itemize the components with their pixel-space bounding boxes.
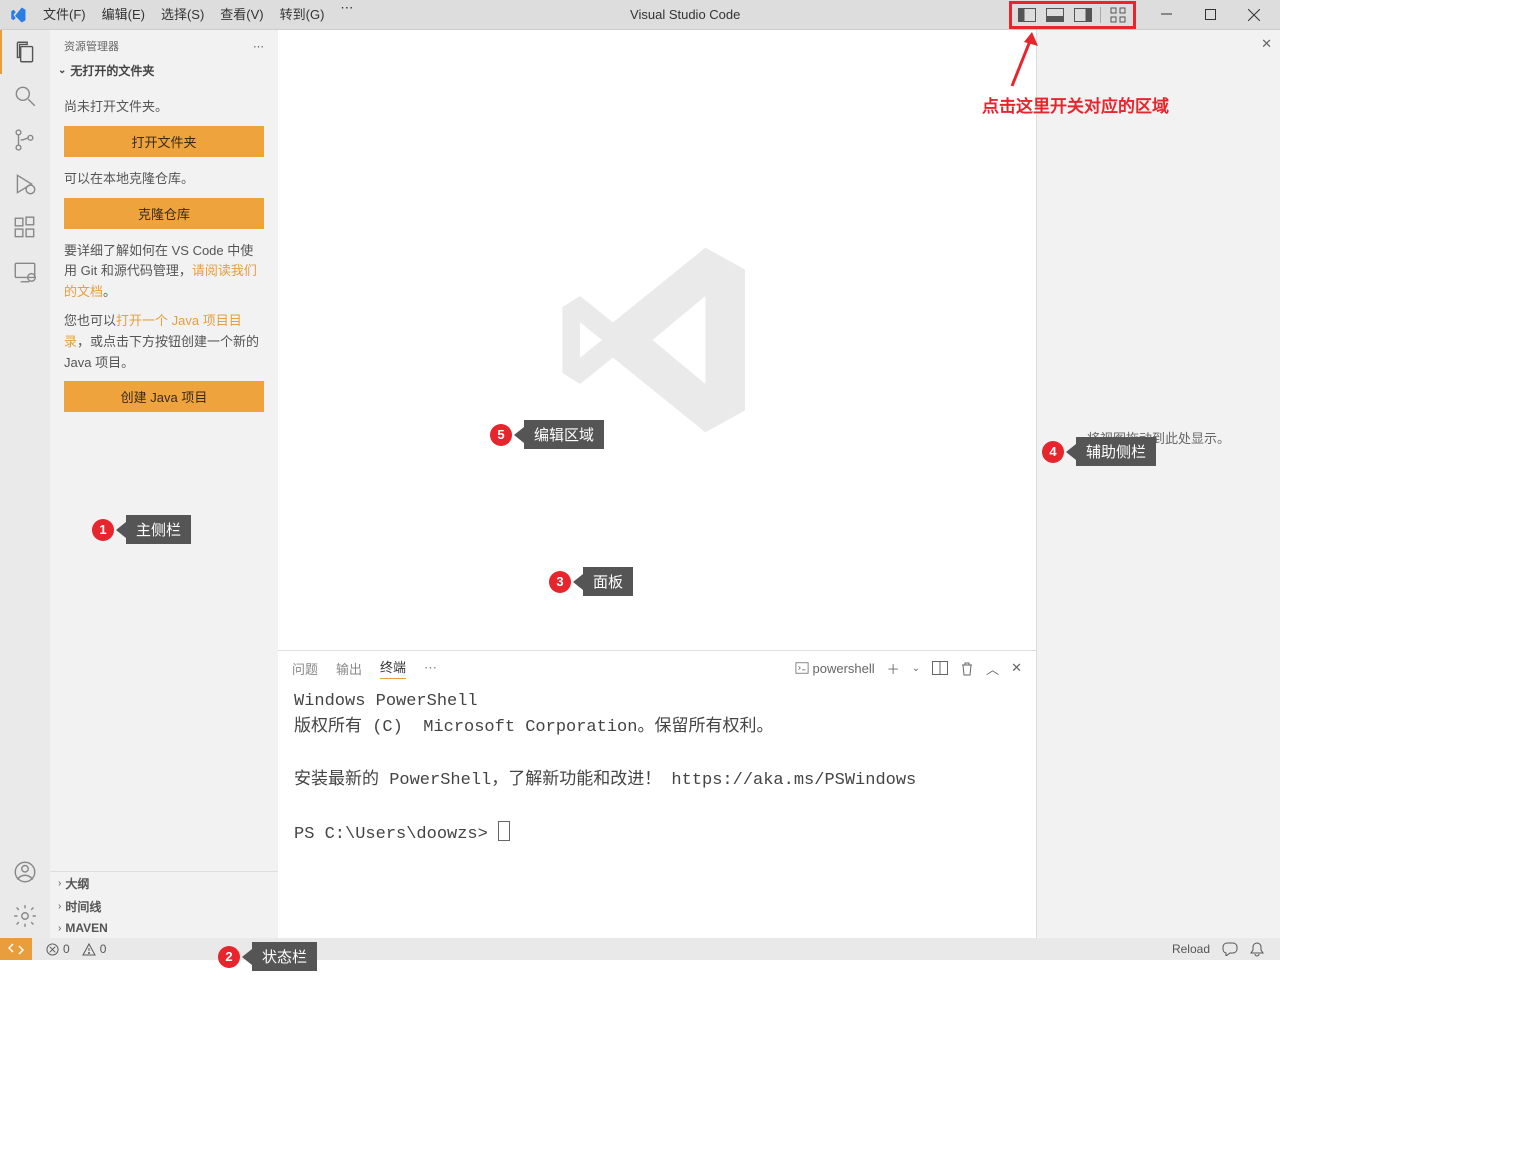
status-reload[interactable]: Reload <box>1172 942 1210 956</box>
menu-file[interactable]: 文件(F) <box>35 0 94 30</box>
toggle-secondary-sidebar-icon[interactable] <box>1072 6 1094 24</box>
terminal-shell-select[interactable]: powershell <box>795 661 875 676</box>
create-java-project-button[interactable]: 创建 Java 项目 <box>64 381 264 412</box>
window-title: Visual Studio Code <box>361 7 1009 22</box>
customize-layout-icon[interactable] <box>1107 6 1129 24</box>
secondary-drop-hint: 将视图拖动到此处显示。 <box>1037 428 1280 447</box>
close-secondary-sidebar-icon[interactable]: ✕ <box>1261 36 1272 52</box>
outline-section[interactable]: ›大纲 <box>50 872 278 895</box>
remote-explorer-icon[interactable] <box>0 250 50 294</box>
tab-more-icon[interactable]: ⋯ <box>424 660 437 676</box>
terminal-dropdown-icon[interactable]: ⌄ <box>912 663 920 674</box>
editor-area: 问题 输出 终端 ⋯ powershell ＋ ⌄ ︿ ✕ <box>278 30 1036 938</box>
status-errors[interactable]: 0 <box>46 942 70 956</box>
menu-view[interactable]: 查看(V) <box>212 0 271 30</box>
java-text: 您也可以打开一个 Java 项目目录，或点击下方按钮创建一个新的 Java 项目… <box>64 311 264 373</box>
run-debug-icon[interactable] <box>0 162 50 206</box>
sidebar-section-label: 无打开的文件夹 <box>70 62 154 79</box>
learn-text: 要详细了解如何在 VS Code 中使用 Git 和源代码管理，请阅读我们的文档… <box>64 241 264 303</box>
primary-sidebar: 资源管理器 ⋯ ⌄ 无打开的文件夹 尚未打开文件夹。 打开文件夹 可以在本地克隆… <box>50 30 278 938</box>
tab-output[interactable]: 输出 <box>336 659 362 678</box>
secondary-sidebar: ✕ 将视图拖动到此处显示。 <box>1036 30 1280 938</box>
terminal-output[interactable]: Windows PowerShell版权所有 (C) Microsoft Cor… <box>278 685 1036 938</box>
tab-terminal[interactable]: 终端 <box>380 657 406 679</box>
no-folder-text: 尚未打开文件夹。 <box>64 97 264 118</box>
clone-repo-button[interactable]: 克隆仓库 <box>64 198 264 229</box>
menubar: 文件(F) 编辑(E) 选择(S) 查看(V) 转到(G) ⋯ Visual S… <box>0 0 1280 30</box>
sidebar-title: 资源管理器 <box>64 38 119 54</box>
tab-problems[interactable]: 问题 <box>292 659 318 678</box>
source-control-icon[interactable] <box>0 118 50 162</box>
window-maximize-icon[interactable] <box>1188 1 1232 29</box>
annotation-arrow <box>1004 28 1038 94</box>
menu-edit[interactable]: 编辑(E) <box>94 0 153 30</box>
menu-selection[interactable]: 选择(S) <box>153 0 212 30</box>
window-close-icon[interactable] <box>1232 1 1276 29</box>
maximize-panel-icon[interactable]: ︿ <box>986 659 999 678</box>
window-minimize-icon[interactable] <box>1144 1 1188 29</box>
search-icon[interactable] <box>0 74 50 118</box>
menu-go[interactable]: 转到(G) <box>272 0 333 30</box>
toggle-primary-sidebar-icon[interactable] <box>1016 6 1038 24</box>
editor-empty-state <box>278 30 1036 650</box>
maven-section[interactable]: ›MAVEN <box>50 918 278 938</box>
vscode-watermark-icon <box>547 230 767 450</box>
sidebar-more-icon[interactable]: ⋯ <box>253 40 264 53</box>
clone-text: 可以在本地克隆仓库。 <box>64 169 264 190</box>
split-terminal-icon[interactable] <box>932 661 948 675</box>
chevron-right-icon: › <box>58 923 61 934</box>
status-notifications-icon[interactable] <box>1250 942 1264 957</box>
status-bar: 0 0 Reload <box>0 938 1280 960</box>
layout-controls-group <box>1009 1 1136 29</box>
chevron-right-icon: › <box>58 878 61 889</box>
remote-indicator-icon[interactable] <box>0 938 32 960</box>
toggle-panel-icon[interactable] <box>1044 6 1066 24</box>
accounts-icon[interactable] <box>0 850 50 894</box>
timeline-section[interactable]: ›时间线 <box>50 895 278 918</box>
close-panel-icon[interactable]: ✕ <box>1011 660 1022 676</box>
new-terminal-icon[interactable]: ＋ <box>887 659 900 678</box>
panel: 问题 输出 终端 ⋯ powershell ＋ ⌄ ︿ ✕ <box>278 650 1036 938</box>
chevron-right-icon: › <box>58 901 61 912</box>
vscode-logo-icon <box>0 6 35 24</box>
status-warnings[interactable]: 0 <box>82 942 107 956</box>
explorer-icon[interactable] <box>0 30 50 74</box>
sidebar-section-no-folder[interactable]: ⌄ 无打开的文件夹 <box>50 58 278 83</box>
menu-more-icon[interactable]: ⋯ <box>332 0 361 30</box>
chevron-down-icon: ⌄ <box>58 65 66 76</box>
kill-terminal-icon[interactable] <box>960 661 974 676</box>
activity-bar <box>0 30 50 938</box>
extensions-icon[interactable] <box>0 206 50 250</box>
annotation-red-hint: 点击这里开关对应的区域 <box>982 92 1169 117</box>
open-folder-button[interactable]: 打开文件夹 <box>64 126 264 157</box>
status-feedback-icon[interactable] <box>1222 942 1238 956</box>
settings-gear-icon[interactable] <box>0 894 50 938</box>
